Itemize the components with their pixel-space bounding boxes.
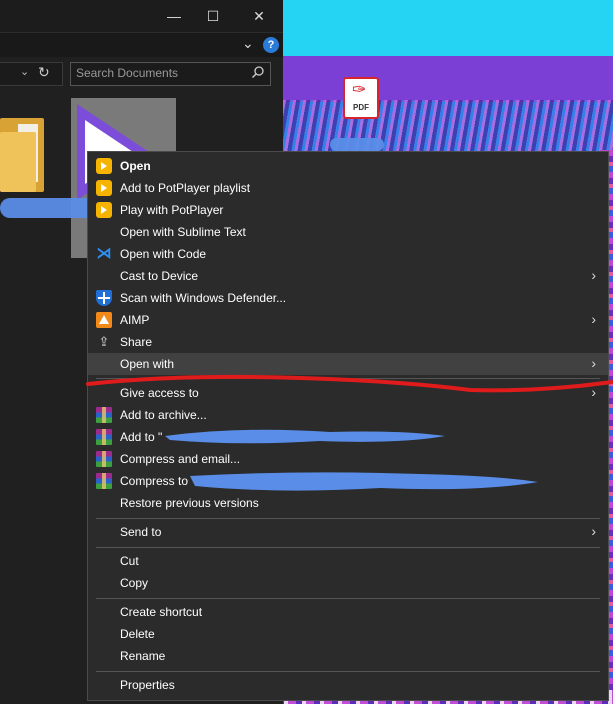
redaction-scribble <box>190 472 538 491</box>
red-annotation-line <box>86 374 613 393</box>
annotation-overlay <box>86 374 613 491</box>
redaction-scribble <box>165 429 445 444</box>
